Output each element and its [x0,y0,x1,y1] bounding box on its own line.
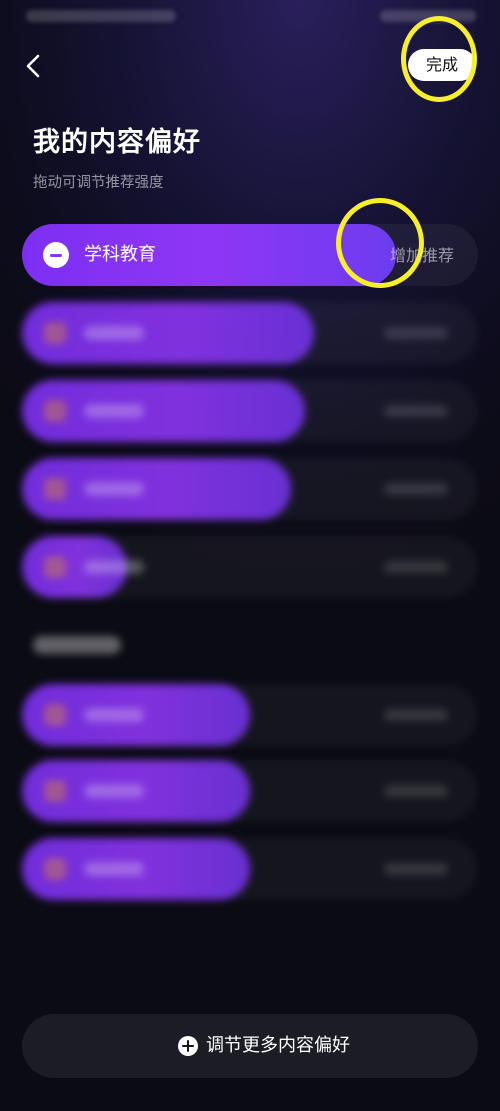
category-icon [44,858,66,880]
category-icon [44,322,66,344]
blurred-preference-row[interactable] [22,380,478,442]
status-bar-left [26,10,176,22]
more-preferences-label: 调节更多内容偏好 [206,1035,350,1056]
minus-circle-icon[interactable] [43,242,69,268]
plus-circle-icon [178,1036,198,1056]
chevron-left-icon [26,54,40,78]
blurred-label [84,784,144,798]
blurred-action [384,483,448,495]
page-title: 我的内容偏好 [33,127,201,158]
blurred-label [84,404,144,418]
category-icon [44,780,66,802]
preference-row-education[interactable]: 学科教育 增加推荐 [22,224,478,286]
blurred-label [84,326,144,340]
more-preferences-button[interactable]: 调节更多内容偏好 [22,1014,478,1078]
blurred-preference-row[interactable] [22,302,478,364]
blurred-action [384,709,448,721]
status-bar-right [380,10,476,22]
preference-label: 学科教育 [84,244,156,265]
blurred-preference-row[interactable] [22,838,478,900]
status-bar [0,0,500,36]
blurred-preference-row[interactable] [22,458,478,520]
blurred-preference-row[interactable] [22,684,478,746]
preference-action-label: 增加推荐 [389,246,454,265]
blurred-action [384,863,448,875]
blurred-action [384,785,448,797]
preference-slider-fill[interactable] [22,224,396,286]
blurred-label [84,862,144,876]
blurred-label [84,560,144,574]
category-icon [44,556,66,578]
category-icon [44,704,66,726]
blurred-label [84,482,144,496]
blurred-preference-row[interactable] [22,760,478,822]
blurred-action [384,327,448,339]
done-button[interactable]: 完成 [408,49,476,81]
blurred-label [84,708,144,722]
category-icon [44,478,66,500]
blurred-action [384,561,448,573]
blurred-action [384,405,448,417]
blurred-section-header [33,636,121,654]
category-icon [44,400,66,422]
page-subtitle: 拖动可调节推荐强度 [33,175,164,191]
blurred-preference-row[interactable] [22,536,478,598]
back-button[interactable] [18,48,50,84]
